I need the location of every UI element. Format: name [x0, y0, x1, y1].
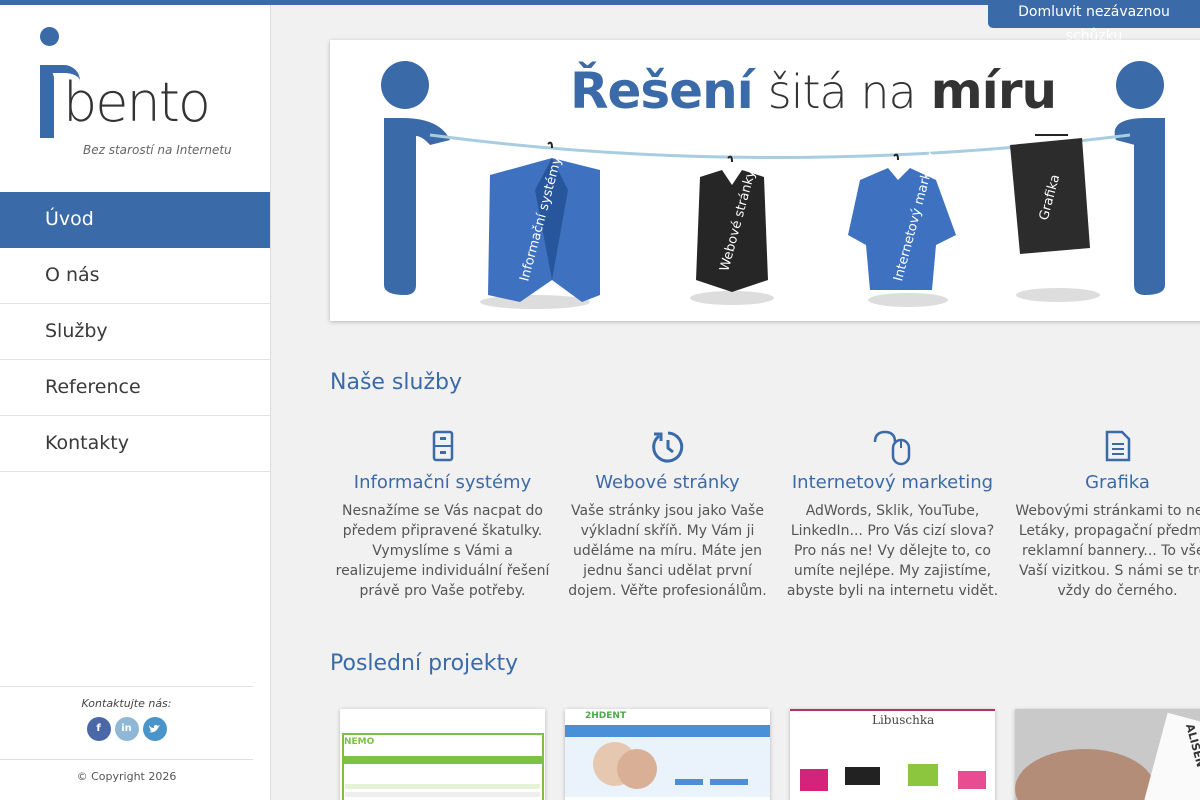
project-thumbnail[interactable]: ALISEN	[1015, 709, 1200, 800]
project-thumbnail[interactable]: Libuschka	[790, 709, 995, 800]
logo-dot	[40, 27, 59, 46]
project-name: 2HDENT	[585, 711, 627, 721]
twitter-icon[interactable]	[142, 717, 167, 741]
service-title: Informační systémy	[353, 472, 532, 493]
projects-heading: Poslední projekty	[330, 651, 519, 676]
refresh-icon	[555, 430, 780, 466]
copyright: © Copyright 2026	[0, 759, 253, 783]
mouse-icon	[780, 430, 1005, 466]
facebook-icon[interactable]: f	[86, 717, 111, 741]
service-description: Webovými stránkami to neko Letáky, propa…	[1015, 503, 1200, 599]
service-card[interactable]: Internetový marketing AdWords, Sklik, Yo…	[780, 430, 1005, 601]
banner-title: Řešení šitá na míru	[570, 62, 1057, 120]
hero-banner: Řešení šitá na míru Informační systémy W…	[330, 40, 1200, 321]
project-name: NEMO	[344, 737, 375, 747]
nav-item-uvod[interactable]: Úvod	[0, 192, 270, 248]
cabinet-icon	[330, 430, 555, 466]
main-nav: Úvod O nás Služby Reference Kontakty	[0, 192, 270, 472]
project-name: Libuschka	[872, 713, 935, 727]
logo-wordmark: bento	[63, 71, 211, 134]
linkedin-icon[interactable]: in	[114, 717, 139, 741]
service-title: Internetový marketing	[791, 472, 994, 493]
logo[interactable]: bento Bez starostí na Internetu	[38, 27, 238, 167]
sidebar: bento Bez starostí na Internetu Úvod O n…	[0, 5, 271, 800]
right-i-dot	[1116, 61, 1164, 109]
logo-tagline: Bez starostí na Internetu	[83, 143, 232, 157]
sidebar-footer: Kontaktujte nás: f in	[0, 686, 253, 741]
nav-item-kontakty[interactable]: Kontakty	[0, 416, 270, 472]
service-card[interactable]: Webové stránky Vaše stránky jsou jako Va…	[555, 430, 780, 601]
project-thumbnail[interactable]: NEMO	[340, 709, 545, 800]
services-heading: Naše služby	[330, 370, 462, 395]
nav-item-reference[interactable]: Reference	[0, 360, 270, 416]
nav-item-o-nas[interactable]: O nás	[0, 248, 270, 304]
service-title: Webové stránky	[595, 472, 740, 493]
service-card[interactable]: Grafika Webovými stránkami to neko Leták…	[1005, 430, 1200, 601]
left-i-dot	[381, 61, 429, 109]
left-i-stem	[384, 118, 450, 295]
nav-item-sluzby[interactable]: Služby	[0, 304, 270, 360]
service-description: Vaše stránky jsou jako Vaše výkladní skř…	[568, 503, 767, 599]
service-description: Nesnažíme se Vás nacpat do předem připra…	[335, 503, 550, 599]
contact-label: Kontaktujte nás:	[81, 697, 172, 710]
project-thumbnail[interactable]: 2HDENT	[565, 709, 770, 800]
right-i-stem	[1114, 118, 1165, 295]
service-card[interactable]: Informační systémy Nesnažíme se Vás nacp…	[330, 430, 555, 601]
social-links: f in	[0, 717, 253, 741]
document-icon	[1005, 430, 1200, 466]
logo-stem	[40, 65, 54, 138]
services-grid: Informační systémy Nesnažíme se Vás nacp…	[330, 430, 1200, 610]
schedule-meeting-button[interactable]: Domluvit nezávaznou schůzku	[988, 0, 1200, 44]
service-description: AdWords, Sklik, YouTube, LinkedIn... Pro…	[786, 503, 999, 599]
service-title: Grafika	[1085, 472, 1150, 493]
